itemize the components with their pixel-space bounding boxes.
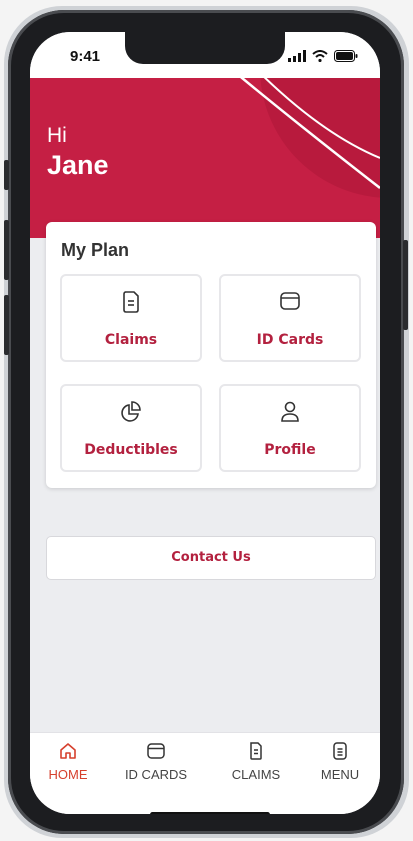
signal-icon — [288, 50, 306, 62]
power-button — [403, 240, 408, 330]
tab-home-label: HOME — [48, 767, 88, 782]
volume-up-button — [4, 220, 9, 280]
claims-icon — [250, 742, 262, 760]
claims-label: Claims — [104, 332, 158, 348]
mute-switch — [4, 160, 9, 190]
pie-chart-icon — [121, 401, 141, 422]
person-icon — [281, 401, 299, 422]
claims-tile[interactable]: Claims — [60, 274, 202, 362]
claims-icon — [123, 291, 139, 313]
contact-us-button[interactable]: Contact Us — [46, 536, 376, 580]
greeting-banner: Hi Jane — [30, 78, 380, 238]
home-indicator[interactable] — [150, 812, 270, 814]
home-icon — [60, 743, 76, 759]
id-cards-label: ID Cards — [256, 332, 324, 348]
id-cards-tile[interactable]: ID Cards — [219, 274, 361, 362]
user-name: Jane — [47, 150, 109, 180]
tab-id-cards-label: ID CARDS — [124, 767, 188, 782]
menu-icon — [333, 742, 347, 760]
status-time: 9:41 — [70, 48, 101, 65]
camera-notch — [125, 32, 285, 64]
bottom-tab-bar: HOME ID CARDS CLAIMS MENU — [30, 732, 380, 814]
deductibles-label: Deductibles — [84, 442, 178, 458]
tab-id-cards[interactable]: ID CARDS — [116, 741, 196, 782]
battery-icon — [334, 50, 358, 62]
tab-home[interactable]: HOME — [30, 741, 108, 782]
status-bar: 9:41 — [30, 32, 380, 78]
wifi-icon — [312, 50, 328, 62]
id-card-icon — [280, 292, 300, 310]
my-plan-card: My Plan Claims ID Cards Deductibles Prof… — [46, 222, 376, 488]
status-icons — [288, 50, 358, 62]
profile-label: Profile — [264, 442, 316, 458]
tab-claims[interactable]: CLAIMS — [216, 741, 296, 782]
deductibles-tile[interactable]: Deductibles — [60, 384, 202, 472]
tab-menu[interactable]: MENU — [300, 741, 380, 782]
id-card-icon — [147, 743, 165, 759]
tab-menu-label: MENU — [320, 767, 360, 782]
volume-down-button — [4, 295, 9, 355]
greeting-text: Hi — [47, 124, 67, 147]
tab-claims-label: CLAIMS — [231, 767, 281, 782]
app-screen: 9:41 Hi Jane My Plan Claims ID Cards Ded… — [30, 32, 380, 814]
profile-tile[interactable]: Profile — [219, 384, 361, 472]
my-plan-title: My Plan — [61, 240, 130, 260]
